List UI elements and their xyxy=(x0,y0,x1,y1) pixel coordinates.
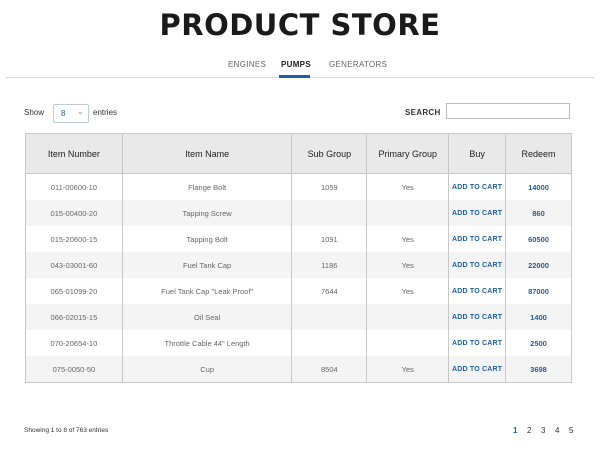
add-to-cart-button[interactable]: ADD TO CART xyxy=(448,356,507,383)
item-name-cell: Tapping Screw xyxy=(121,200,293,226)
primary-group-cell xyxy=(366,304,450,330)
column-header-item-number[interactable]: Item Number xyxy=(25,133,123,174)
sub-group-cell: 8504 xyxy=(291,356,368,383)
page-button-3[interactable]: 3 xyxy=(541,426,555,435)
show-label: Show xyxy=(24,108,45,117)
item-number-cell: 015-00400-20 xyxy=(25,200,123,226)
primary-group-cell: Yes xyxy=(366,226,450,252)
search-label: SEARCH xyxy=(405,108,441,117)
chevron-down-icon: ⌄ xyxy=(77,107,84,116)
item-name-cell: Flange Bolt xyxy=(121,173,293,200)
item-number-cell: 043-03001-60 xyxy=(25,252,123,278)
page-button-5[interactable]: 5 xyxy=(569,426,583,435)
add-to-cart-button[interactable]: ADD TO CART xyxy=(448,173,507,200)
primary-group-cell: Yes xyxy=(366,278,450,304)
tab-pumps[interactable]: PUMPS xyxy=(281,60,311,69)
sub-group-cell: 7644 xyxy=(291,278,368,304)
add-to-cart-button[interactable]: ADD TO CART xyxy=(448,278,507,304)
add-to-cart-button[interactable]: ADD TO CART xyxy=(448,252,507,278)
tab-engines[interactable]: ENGINES xyxy=(228,60,266,69)
tab-generators[interactable]: GENERATORS xyxy=(329,60,387,69)
column-header-primary-group[interactable]: Primary Group xyxy=(366,133,450,174)
primary-group-cell xyxy=(366,330,450,356)
sub-group-cell xyxy=(291,304,368,330)
redeem-link[interactable]: 1400 xyxy=(505,304,572,330)
sub-group-cell: 1186 xyxy=(291,252,368,278)
item-number-cell: 015-20600-15 xyxy=(25,226,123,252)
redeem-link[interactable]: 2500 xyxy=(505,330,572,356)
active-tab-indicator xyxy=(279,75,310,78)
item-name-cell: Throttle Cable 44" Length xyxy=(121,330,293,356)
pagination: 12345 xyxy=(513,426,583,435)
item-name-cell: Oil Seal xyxy=(121,304,293,330)
primary-group-cell xyxy=(366,200,450,226)
table-info: Showing 1 to 8 of 763 entries xyxy=(24,427,109,434)
page-button-4[interactable]: 4 xyxy=(555,426,569,435)
add-to-cart-button[interactable]: ADD TO CART xyxy=(448,200,507,226)
redeem-link[interactable]: 3698 xyxy=(505,356,572,383)
sub-group-cell xyxy=(291,330,368,356)
table-row: 015-00400-20 Tapping Screw ADD TO CART 8… xyxy=(25,200,572,226)
redeem-link[interactable]: 860 xyxy=(505,200,572,226)
table-row: 043-03001-60 Fuel Tank Cap 1186 Yes ADD … xyxy=(25,252,572,278)
column-header-sub-group[interactable]: Sub Group xyxy=(291,133,368,174)
redeem-link[interactable]: 60500 xyxy=(505,226,572,252)
search-input[interactable] xyxy=(446,103,570,119)
item-name-cell: Cup xyxy=(121,356,293,383)
table-row: 066-02015-15 Oil Seal ADD TO CART 1400 xyxy=(25,304,572,330)
item-name-cell: Tapping Bolt xyxy=(121,226,293,252)
redeem-link[interactable]: 14000 xyxy=(505,173,572,200)
item-number-cell: 066-02015-15 xyxy=(25,304,123,330)
column-header-buy[interactable]: Buy xyxy=(448,133,507,174)
item-name-cell: Fuel Tank Cap xyxy=(121,252,293,278)
page-button-1[interactable]: 1 xyxy=(513,426,527,435)
table-row: 070-20654-10 Throttle Cable 44" Length A… xyxy=(25,330,572,356)
page-button-2[interactable]: 2 xyxy=(527,426,541,435)
redeem-link[interactable]: 87000 xyxy=(505,278,572,304)
entries-select-value: 8 xyxy=(61,109,66,118)
table-row: 065-01099-20 Fuel Tank Cap "Leak Proof" … xyxy=(25,278,572,304)
column-header-redeem[interactable]: Redeem xyxy=(505,133,572,174)
add-to-cart-button[interactable]: ADD TO CART xyxy=(448,330,507,356)
item-number-cell: 070-20654-10 xyxy=(25,330,123,356)
sub-group-cell xyxy=(291,200,368,226)
primary-group-cell: Yes xyxy=(366,356,450,383)
primary-group-cell: Yes xyxy=(366,252,450,278)
table-row: 011-00600-10 Flange Bolt 1059 Yes ADD TO… xyxy=(25,173,572,200)
page-title: PRODUCT STORE xyxy=(159,8,441,42)
sub-group-cell: 1059 xyxy=(291,173,368,200)
item-name-cell: Fuel Tank Cap "Leak Proof" xyxy=(121,278,293,304)
table-header-row: Item Number Item Name Sub Group Primary … xyxy=(25,133,572,174)
sub-group-cell: 1091 xyxy=(291,226,368,252)
item-number-cell: 075-0050-50 xyxy=(25,356,123,383)
products-table: Item Number Item Name Sub Group Primary … xyxy=(25,133,572,383)
redeem-link[interactable]: 22000 xyxy=(505,252,572,278)
entries-select[interactable]: 8 ⌄ xyxy=(53,104,89,123)
primary-group-cell: Yes xyxy=(366,173,450,200)
add-to-cart-button[interactable]: ADD TO CART xyxy=(448,226,507,252)
add-to-cart-button[interactable]: ADD TO CART xyxy=(448,304,507,330)
item-number-cell: 011-00600-10 xyxy=(25,173,123,200)
item-number-cell: 065-01099-20 xyxy=(25,278,123,304)
table-row: 015-20600-15 Tapping Bolt 1091 Yes ADD T… xyxy=(25,226,572,252)
table-row: 075-0050-50 Cup 8504 Yes ADD TO CART 369… xyxy=(25,356,572,383)
entries-label: entries xyxy=(93,108,118,117)
column-header-item-name[interactable]: Item Name xyxy=(121,133,293,174)
